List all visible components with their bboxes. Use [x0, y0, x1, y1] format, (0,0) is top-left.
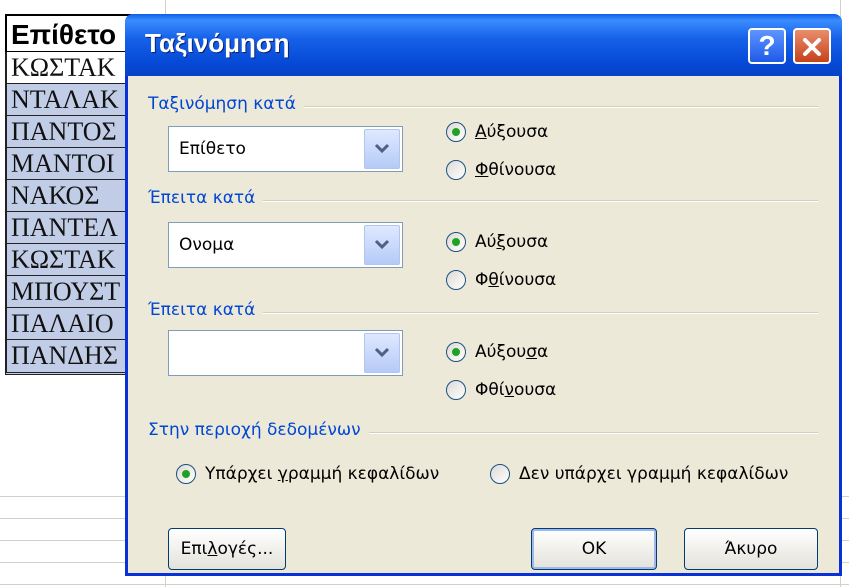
has-header-row-radio[interactable]: Υπάρχει γραμμή κεφαλίδων	[176, 464, 439, 484]
radio-label: Φθίνουσα	[475, 270, 557, 290]
then-by-2-label: Έπειτα κατά	[148, 300, 264, 320]
combo-dropdown-button[interactable]	[364, 333, 400, 373]
sort-by-ascending-radio[interactable]: Αύξουσα	[446, 122, 548, 142]
then-by-2-combo[interactable]	[168, 330, 403, 376]
chevron-down-icon	[374, 239, 390, 250]
sort-dialog: Ταξινόμηση ? Ταξινόμηση κατά Επίθετο Αύξ…	[125, 14, 842, 576]
grid-line	[0, 584, 849, 585]
radio-label: Αύξουσα	[475, 342, 549, 362]
sort-by-combo-value: Επίθετο	[179, 139, 246, 159]
combo-dropdown-button[interactable]	[364, 225, 400, 265]
then-by-2-descending-radio[interactable]: Φθίνουσα	[446, 380, 556, 400]
sort-by-combo[interactable]: Επίθετο	[168, 126, 403, 172]
chevron-down-icon	[374, 347, 390, 358]
then-by-1-ascending-radio[interactable]: Αύξουσα	[446, 232, 548, 252]
then-by-1-combo-value: Ονομα	[179, 235, 235, 255]
close-button[interactable]	[793, 28, 831, 64]
radio-label: Αύξουσα	[475, 122, 549, 142]
then-by-1-label: Έπειτα κατά	[148, 188, 264, 208]
radio-label: Φθίνουσα	[475, 160, 557, 180]
radio-unchecked-icon	[446, 160, 466, 180]
options-button[interactable]: Επιλογές...	[168, 528, 286, 570]
sort-by-descending-radio[interactable]: Φθίνουσα	[446, 160, 556, 180]
radio-label: Φθίνουσα	[475, 380, 557, 400]
radio-checked-icon	[446, 232, 466, 252]
radio-unchecked-icon	[446, 380, 466, 400]
then-by-1-descending-radio[interactable]: Φθίνουσα	[446, 270, 556, 290]
chevron-down-icon	[374, 143, 390, 154]
dialog-title: Ταξινόμηση	[145, 28, 290, 58]
dialog-titlebar[interactable]: Ταξινόμηση ?	[125, 14, 842, 76]
sort-by-label: Ταξινόμηση κατά	[148, 94, 304, 114]
help-button[interactable]: ?	[748, 28, 786, 64]
then-by-1-combo[interactable]: Ονομα	[168, 222, 403, 268]
radio-checked-icon	[176, 464, 196, 484]
question-mark-icon: ?	[758, 30, 776, 61]
radio-label: Δεν υπάρχει γραμμή κεφαλίδων	[519, 464, 789, 484]
cancel-button[interactable]: Άκυρο	[684, 528, 818, 570]
radio-checked-icon	[446, 342, 466, 362]
radio-unchecked-icon	[490, 464, 510, 484]
radio-label: Αύξουσα	[475, 232, 549, 252]
no-header-row-radio[interactable]: Δεν υπάρχει γραμμή κεφαλίδων	[490, 464, 788, 484]
ok-button[interactable]: OK	[531, 528, 657, 570]
combo-dropdown-button[interactable]	[364, 129, 400, 169]
close-icon	[803, 38, 821, 56]
radio-label: Υπάρχει γραμμή κεφαλίδων	[205, 464, 440, 484]
data-range-label: Στην περιοχή δεδομένων	[148, 420, 369, 440]
then-by-2-ascending-radio[interactable]: Αύξουσα	[446, 342, 548, 362]
radio-unchecked-icon	[446, 270, 466, 290]
radio-checked-icon	[446, 122, 466, 142]
